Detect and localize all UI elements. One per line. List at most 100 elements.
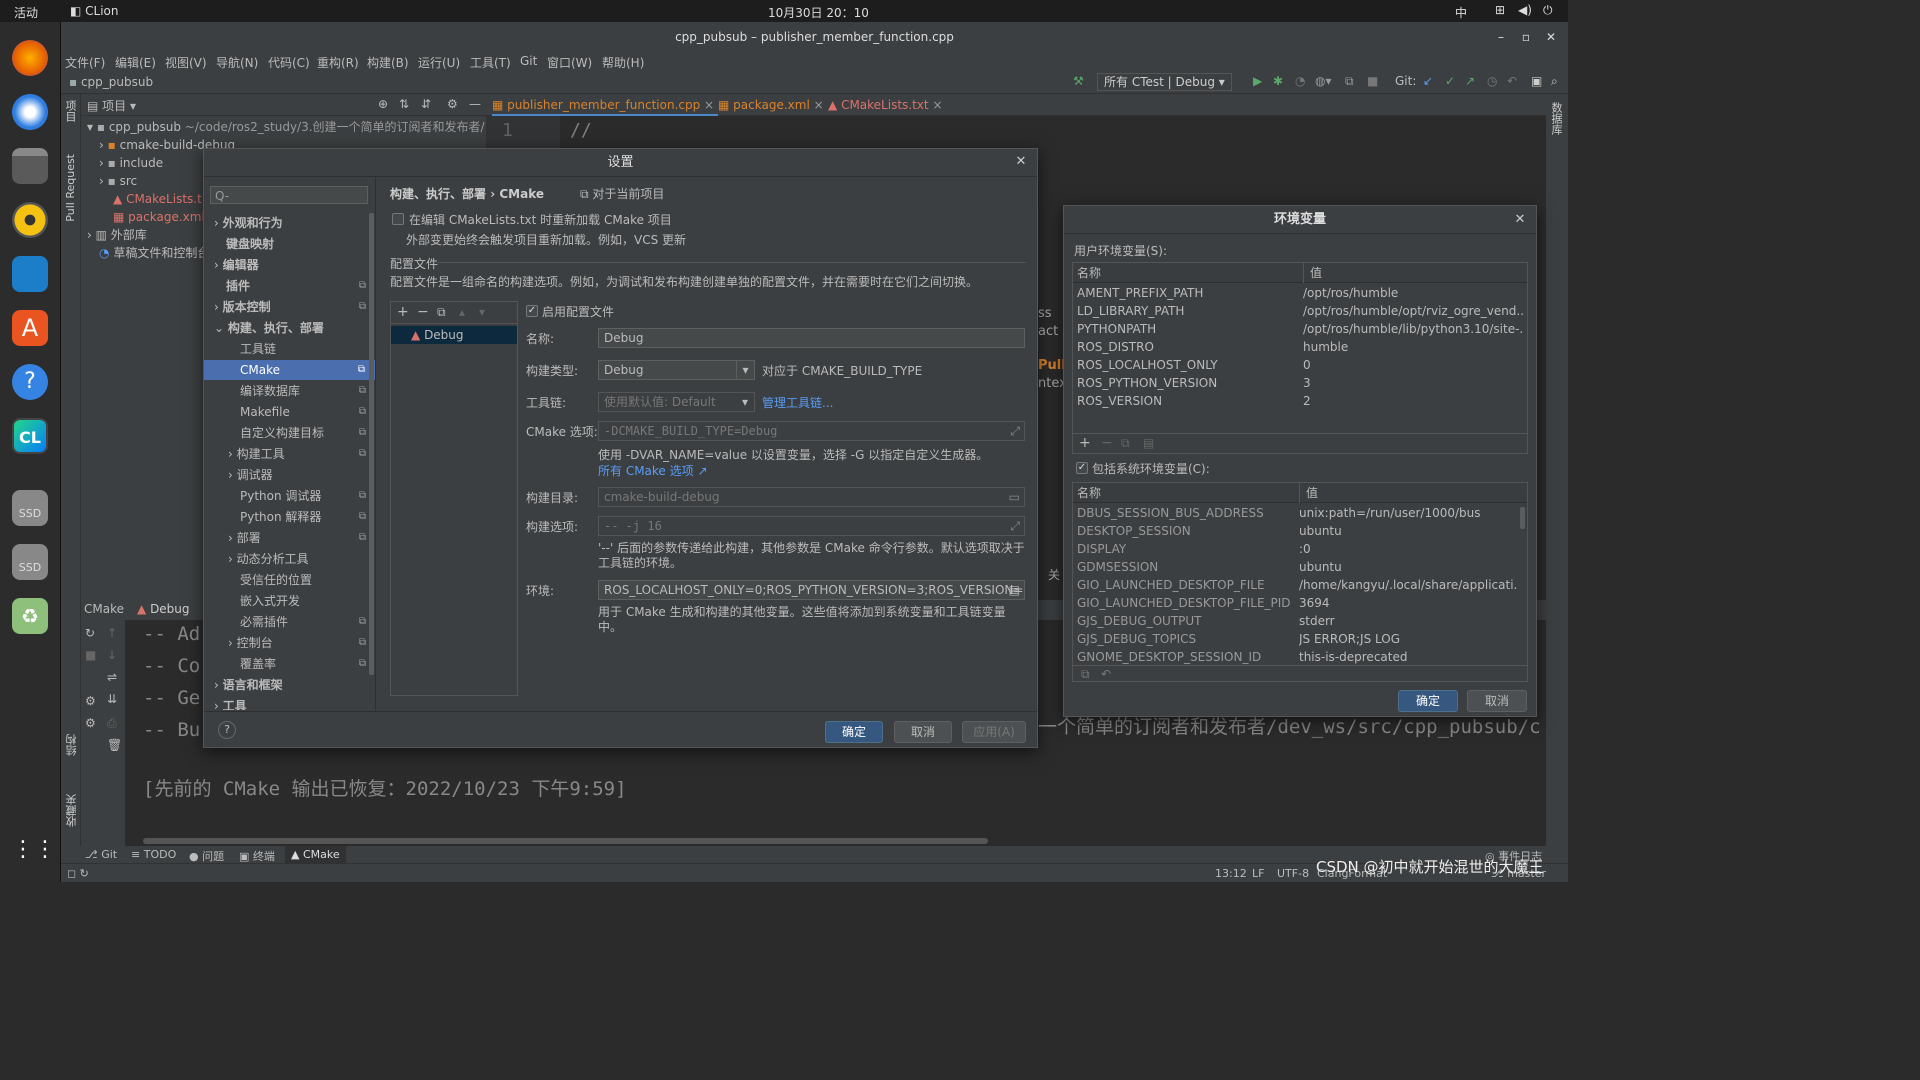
git-push-icon[interactable]: ↗ (1465, 74, 1475, 88)
ok-button[interactable]: 确定 (825, 721, 883, 743)
menu-file[interactable]: 文件(F) (65, 54, 105, 71)
settings-search-input[interactable]: Q- (210, 186, 368, 204)
git-update-icon[interactable]: ↙ (1423, 74, 1433, 88)
table-row[interactable]: DISPLAY:0 (1077, 540, 1517, 558)
name-input[interactable]: Debug (598, 328, 1025, 348)
database-tool-tab[interactable]: 数据库 (1550, 102, 1564, 135)
build-options-input[interactable]: -- -j 16 ⤢ (598, 516, 1025, 536)
settings-item-deployment[interactable]: › 部署 ⧉ (228, 528, 366, 548)
firefox-icon[interactable] (12, 40, 48, 76)
run-config-selector[interactable]: 所有 CTest | Debug ▾ (1097, 73, 1232, 91)
settings-item-plugins[interactable]: 插件 ⧉ (226, 276, 366, 296)
add-var-icon[interactable]: + (1079, 435, 1091, 451)
settings-item-tools[interactable]: › 工具 (214, 696, 247, 710)
all-cmake-options-link[interactable]: 所有 CMake 选项 ↗ (598, 462, 708, 479)
tree-item-external-libs[interactable]: › ▥ 外部库 (87, 225, 147, 245)
move-up-icon[interactable]: ▴ (459, 305, 465, 319)
caret-position[interactable]: 13:12 (1215, 867, 1247, 880)
table-row[interactable]: DESKTOP_SESSION ubuntu (1077, 522, 1517, 540)
settings-item-makefile[interactable]: Makefile ⧉ (240, 402, 366, 422)
copy-var-icon[interactable]: ⧉ (1121, 436, 1130, 451)
file-encoding[interactable]: UTF-8 (1277, 867, 1309, 880)
profile-item-debug[interactable]: ▲ Debug (391, 326, 517, 344)
settings-item-python-interpreter[interactable]: Python 解释器 ⧉ (240, 507, 366, 527)
breadcrumb-parent[interactable]: 构建、执行、部署 (390, 187, 486, 201)
menu-help[interactable]: 帮助(H) (602, 54, 644, 71)
include-system-checkbox[interactable]: ✓ (1076, 462, 1088, 474)
close-tab-icon[interactable]: × (932, 98, 942, 112)
menu-window[interactable]: 窗口(W) (547, 54, 592, 71)
hide-panel-icon[interactable]: — (469, 97, 481, 111)
table-row[interactable]: GJS_DEBUG_OUTPUT stderr (1077, 612, 1517, 630)
settings-item-custom-targets[interactable]: 自定义构建目标 ⧉ (240, 423, 366, 443)
input-method[interactable]: 中 (1455, 4, 1467, 21)
menu-edit[interactable]: 编辑(E) (115, 54, 156, 71)
maximize-icon[interactable]: ▫ (1522, 22, 1530, 52)
rhythmbox-icon[interactable] (12, 202, 48, 238)
cancel-button[interactable]: 取消 (894, 721, 952, 743)
code-line[interactable]: // (570, 120, 592, 141)
pull-request-tool-tab[interactable]: Pull Request (64, 154, 78, 222)
table-row[interactable]: PYTHONPATH/opt/ros/humble/lib/python3.10… (1077, 320, 1523, 338)
settings-item-keymap[interactable]: 键盘映射 (226, 234, 274, 254)
copy-var-icon[interactable]: ⧉ (1081, 667, 1090, 681)
table-row[interactable]: ROS_LOCALHOST_ONLY 0 (1077, 356, 1523, 374)
profile-icon[interactable]: ◍▾ (1315, 74, 1332, 88)
settings-item-languages[interactable]: › 语言和框架 (214, 675, 283, 695)
up-icon[interactable]: ↑ (107, 626, 117, 640)
undo-icon[interactable]: ↶ (1101, 667, 1111, 681)
table-row[interactable]: GIO_LAUNCHED_DESKTOP_FILE_PID 3694 (1077, 594, 1517, 612)
remove-profile-icon[interactable]: − (417, 304, 429, 320)
table-row[interactable]: LD_LIBRARY_PATH/opt/ros/humble/opt/rviz_… (1077, 302, 1523, 320)
git-tool-tab[interactable]: ⎇ Git (85, 848, 117, 861)
copy-profile-icon[interactable]: ⧉ (437, 305, 446, 320)
table-row[interactable]: GJS_DEBUG_TOPICS JS ERROR;JS LOG (1077, 630, 1517, 648)
show-apps-icon[interactable]: ⋮⋮ (12, 832, 56, 868)
tab-publisher-cpp[interactable]: ▦ publisher_member_function.cpp × (492, 94, 719, 116)
search-everywhere-icon[interactable]: ⌕ (1551, 74, 1558, 89)
breadcrumb-project[interactable]: ▪ cpp_pubsub (69, 75, 153, 89)
software-center-icon[interactable]: A (12, 310, 48, 346)
tree-item-scratches[interactable]: ◔ 草稿文件和控制台 (99, 243, 209, 263)
settings-item-dynamic-analysis[interactable]: › 动态分析工具 (228, 549, 309, 569)
table-row[interactable]: ROS_DISTRO humble (1077, 338, 1523, 356)
writer-icon[interactable] (12, 256, 48, 292)
project-view-selector[interactable]: ▤ 项目 ▾ (87, 97, 136, 114)
settings-item-python-debugger[interactable]: Python 调试器 ⧉ (240, 486, 366, 506)
close-window-icon[interactable]: ✕ (1546, 22, 1556, 52)
settings-item-toolchains[interactable]: 工具链 (240, 339, 276, 359)
structure-tool-tab[interactable]: 结构 (64, 734, 78, 756)
trash-icon[interactable]: ♻ (12, 598, 48, 634)
env-ok-button[interactable]: 确定 (1398, 690, 1458, 712)
table-row[interactable]: AMENT_PREFIX_PATH/opt/ros/humble (1077, 284, 1523, 302)
trash-icon[interactable]: 🗑 (107, 738, 122, 752)
horizontal-scrollbar[interactable] (143, 838, 988, 844)
settings-item-vcs[interactable]: › 版本控制 ⧉ (214, 297, 366, 317)
problems-tool-tab[interactable]: ● 问题 (189, 848, 224, 864)
minimize-icon[interactable]: – (1498, 22, 1504, 52)
down-icon[interactable]: ↓ (107, 648, 117, 662)
build-type-select[interactable]: Debug ▾ (598, 360, 755, 380)
settings-item-required-plugins[interactable]: 必需插件 ⧉ (240, 612, 366, 632)
close-tab-icon[interactable]: × (704, 98, 714, 112)
environment-input[interactable]: ROS_LOCALHOST_ONLY=0;ROS_PYTHON_VERSION=… (598, 580, 1025, 600)
cmake-options-input[interactable]: -DCMAKE_BUILD_TYPE=Debug ⤢ (598, 421, 1025, 441)
ssd-drive-icon[interactable]: SSD (12, 490, 48, 526)
app-menu[interactable]: ◧ CLion (70, 4, 119, 18)
settings-item-appearance[interactable]: › 外观和行为 (214, 213, 283, 233)
thunderbird-icon[interactable] (12, 94, 48, 130)
close-tab-icon[interactable]: × (814, 98, 824, 112)
folder-browse-icon[interactable]: ▭ (1009, 488, 1020, 506)
todo-tool-tab[interactable]: ≡ TODO (131, 848, 176, 861)
settings-item-embedded[interactable]: 嵌入式开发 (240, 591, 300, 611)
edit-env-icon[interactable]: ▤ (1009, 581, 1020, 599)
files-icon[interactable] (12, 148, 48, 184)
close-icon[interactable]: ✕ (1512, 212, 1528, 228)
table-row[interactable]: GDMSESSION ubuntu (1077, 558, 1517, 576)
git-commit-icon[interactable]: ✓ (1445, 74, 1455, 88)
settings-item-trusted-locations[interactable]: 受信任的位置 (240, 570, 312, 590)
tree-item-include[interactable]: › ▪ include (99, 153, 163, 173)
clock[interactable]: 10月30日 20：10 (768, 4, 869, 21)
menu-view[interactable]: 视图(V) (165, 54, 207, 71)
add-profile-icon[interactable]: + (397, 304, 409, 320)
